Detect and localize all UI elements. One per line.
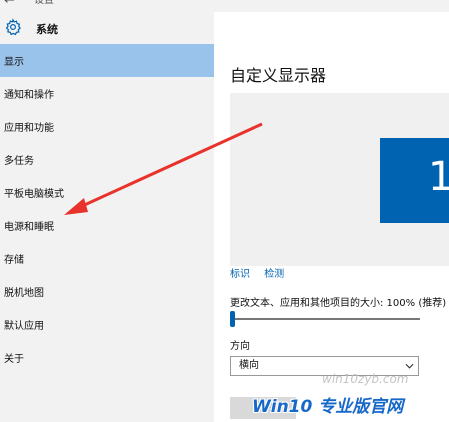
monitor-tile[interactable]: 1	[380, 138, 449, 223]
detect-link[interactable]: 检测	[264, 269, 284, 280]
scale-slider-thumb[interactable]	[230, 311, 235, 327]
sidebar-item-about[interactable]: 关于	[0, 341, 214, 374]
sidebar-item-apps-features[interactable]: 应用和功能	[0, 110, 214, 143]
sidebar-title: 系统	[36, 23, 58, 36]
back-arrow-icon[interactable]: ←	[4, 0, 15, 8]
orientation-value: 横向	[239, 360, 259, 371]
sidebar-item-multitasking[interactable]: 多任务	[0, 143, 214, 176]
chevron-down-icon	[405, 363, 414, 369]
sidebar-item-tablet-mode[interactable]: 平板电脑模式	[0, 176, 214, 209]
watermark-url: win10zyb.com	[322, 372, 409, 386]
gear-icon	[5, 18, 21, 36]
scale-slider-track[interactable]	[230, 318, 420, 320]
sidebar-item-power-sleep[interactable]: 电源和睡眠	[0, 209, 214, 242]
sidebar-header: 系统	[0, 12, 214, 44]
window-title: 设置	[34, 0, 54, 6]
sidebar: 系统 显示 通知和操作 应用和功能 多任务 平板电脑模式 电源和睡眠 存储 脱机…	[0, 12, 214, 422]
sidebar-item-offline-maps[interactable]: 脱机地图	[0, 275, 214, 308]
sidebar-item-display[interactable]: 显示	[0, 44, 214, 77]
sidebar-item-default-apps[interactable]: 默认应用	[0, 308, 214, 341]
sidebar-item-notifications[interactable]: 通知和操作	[0, 77, 214, 110]
main-content: 自定义显示器 1 标识 检测 更改文本、应用和其他项目的大小: 100% (推荐…	[214, 12, 449, 422]
identify-link[interactable]: 标识	[230, 269, 250, 280]
page-title: 自定义显示器	[230, 66, 327, 85]
title-bar: ← 设置 ᵇ	[0, 0, 449, 12]
title-bar-glyph: ᵇ	[262, 0, 266, 5]
scale-label: 更改文本、应用和其他项目的大小: 100% (推荐)	[230, 298, 447, 309]
watermark-logo: Win10 专业版官网	[252, 397, 404, 417]
display-preview: 1	[230, 93, 449, 266]
link-row: 标识 检测	[230, 265, 295, 280]
monitor-number: 1	[428, 154, 449, 200]
sidebar-item-storage[interactable]: 存储	[0, 242, 214, 275]
orientation-label: 方向	[230, 341, 250, 352]
settings-window: ← 设置 ᵇ 系统 显示 通知和操作 应用和功能 多任务 平板电脑模式 电源和睡…	[0, 0, 449, 422]
